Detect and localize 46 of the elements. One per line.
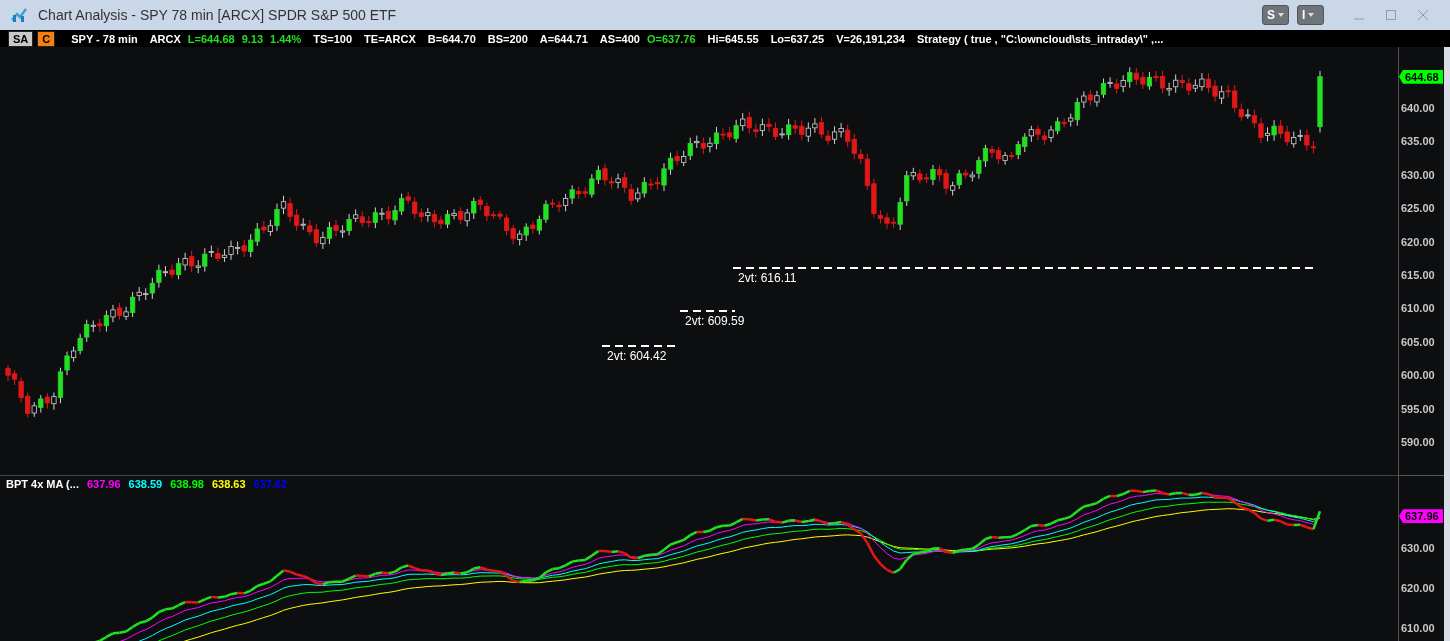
- chart-tag[interactable]: C: [37, 30, 56, 47]
- indicator-value: 638.98: [170, 478, 204, 490]
- axis-tick-label: 610.00: [1401, 302, 1435, 315]
- quote-field: V=26,191,234: [836, 32, 905, 45]
- quote-field: Lo=637.25: [770, 32, 825, 45]
- quote-field: B=644.70: [427, 32, 476, 45]
- window-title: Chart Analysis - SPY 78 min [ARCX] SPDR S&P 500 ETF: [38, 7, 398, 23]
- axis-tick-label: 640.00: [1401, 102, 1435, 114]
- axis-tick-label: 590.00: [1401, 436, 1435, 448]
- quote-field: ARCX: [149, 32, 181, 45]
- axis-tick-label: 630.00: [1401, 168, 1435, 181]
- quote-field: 9.13: [241, 32, 264, 45]
- quote-field: TE=ARCX: [364, 32, 416, 45]
- chart-tag[interactable]: SA: [8, 30, 34, 47]
- toolbar-dropdown-button[interactable]: S: [1262, 5, 1289, 25]
- quote-field: L=644.68: [187, 32, 235, 45]
- quote-field: A=644.71: [539, 32, 588, 45]
- indicator-name: BPT 4x MA (...: [6, 478, 79, 490]
- quote-field: 1.44%: [270, 32, 302, 45]
- quote-field: SPY - 78 min: [71, 32, 138, 45]
- axis-tick-label: 620.00: [1401, 582, 1435, 594]
- axis-tick-label: 630.00: [1401, 542, 1435, 554]
- indicator-value: 637.96: [86, 478, 121, 490]
- axis-tick-label: 615.00: [1401, 269, 1435, 281]
- last-price-badge: 644.68: [1399, 69, 1443, 84]
- axis-tick-label: 625.00: [1401, 202, 1435, 215]
- indicator-value: 638.63: [211, 478, 246, 490]
- level-label: 2vt: 604.42: [607, 348, 667, 363]
- level-label: 2vt: 616.11: [738, 270, 797, 285]
- axis-tick-label: 600.00: [1401, 369, 1435, 382]
- axis-tick-label: 595.00: [1401, 402, 1435, 415]
- quote-field: AS=400: [599, 32, 640, 45]
- quote-field: Strategy ( true , "C:\owncloud\sts_intraday\" ,...: [916, 32, 1164, 45]
- indicator-value: 638.59: [128, 478, 163, 490]
- axis-tick-label: 620.00: [1401, 235, 1435, 248]
- axis-tick-label: 610.00: [1401, 622, 1435, 634]
- axis-tick-label: 605.00: [1401, 335, 1435, 348]
- quote-field: BS=200: [487, 32, 528, 45]
- level-label: 2vt: 609.59: [685, 314, 745, 329]
- indicator-value: 637.62: [253, 478, 288, 490]
- quote-field: O=637.76: [646, 32, 696, 45]
- indicator-value-badge: 637.96: [1399, 509, 1443, 524]
- quote-field: Hi=645.55: [707, 32, 759, 45]
- quote-field: TS=100: [313, 32, 353, 45]
- axis-tick-label: 635.00: [1401, 135, 1435, 148]
- toolbar-dropdown-button[interactable]: I: [1297, 5, 1324, 25]
